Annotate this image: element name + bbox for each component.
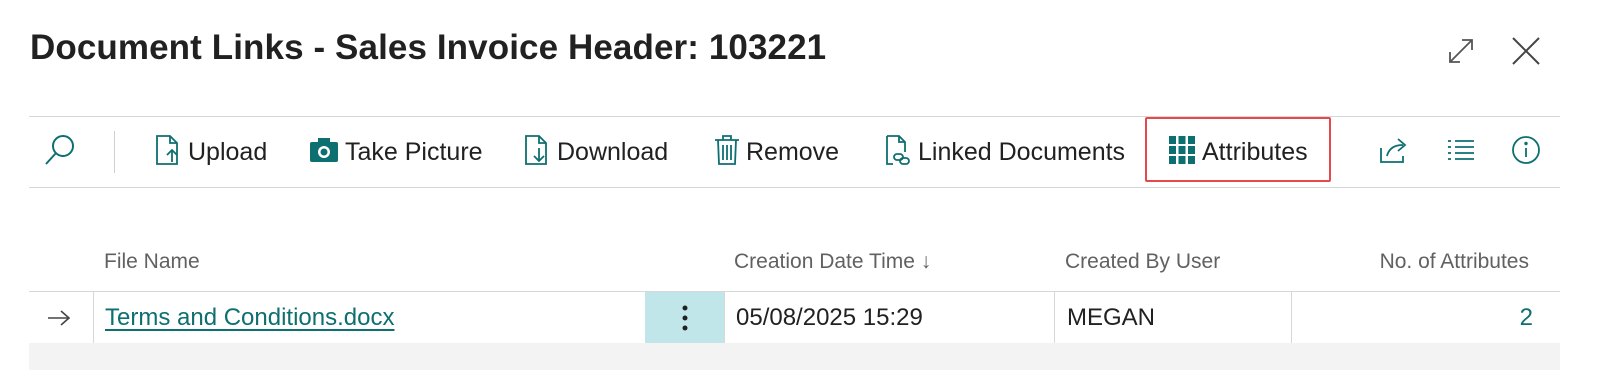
- linked-docs-icon: [884, 134, 912, 171]
- list-view-button[interactable]: [1447, 117, 1475, 187]
- no-of-attributes-value[interactable]: 2: [1520, 304, 1533, 332]
- share-button[interactable]: [1379, 117, 1409, 187]
- linked-documents-label: Linked Documents: [918, 137, 1126, 166]
- info-button[interactable]: [1511, 117, 1541, 187]
- no-of-attributes-link[interactable]: 2: [1520, 292, 1533, 343]
- attributes-label: Attributes: [1202, 137, 1308, 166]
- file-name-link[interactable]: Terms and Conditions.docx: [105, 292, 394, 343]
- linked-documents-button[interactable]: Linked Documents: [884, 117, 1125, 187]
- created-by-user-cell: MEGAN: [1067, 303, 1156, 331]
- camera-icon: [309, 137, 339, 168]
- creation-date-time-label: Creation Date Time: [734, 250, 915, 273]
- list-icon: [1447, 138, 1475, 167]
- info-icon: [1511, 135, 1541, 170]
- cell-divider: [93, 292, 94, 343]
- take-picture-label: Take Picture: [345, 137, 483, 166]
- row-actions-menu-button[interactable]: [645, 292, 724, 343]
- close-icon[interactable]: [1509, 34, 1543, 68]
- upload-icon: [154, 134, 182, 171]
- search-icon: [43, 133, 77, 172]
- download-icon: [523, 134, 551, 171]
- column-header-creation-date-time[interactable]: Creation Date Time ↓: [734, 250, 931, 274]
- creation-date-time-cell: 05/08/2025 15:29: [736, 303, 923, 331]
- trash-icon: [714, 134, 740, 171]
- file-name-text[interactable]: Terms and Conditions.docx: [105, 304, 394, 332]
- download-label: Download: [557, 137, 669, 166]
- upload-button[interactable]: Upload: [154, 117, 267, 187]
- page-title: Document Links - Sales Invoice Header: 1…: [30, 28, 827, 67]
- cell-divider: [1054, 292, 1055, 343]
- table-footer-area: [29, 343, 1560, 370]
- remove-label: Remove: [746, 137, 840, 166]
- row-selector-arrow-icon[interactable]: [46, 292, 76, 343]
- download-button[interactable]: Download: [523, 117, 668, 187]
- remove-button[interactable]: Remove: [714, 117, 839, 187]
- column-header-no-of-attributes[interactable]: No. of Attributes: [1380, 250, 1529, 274]
- toolbar-divider: [114, 131, 115, 173]
- attributes-button[interactable]: Attributes: [1168, 117, 1308, 187]
- search-button[interactable]: [43, 117, 77, 187]
- sort-descending-icon: ↓: [920, 250, 932, 273]
- take-picture-button[interactable]: Take Picture: [309, 117, 483, 187]
- grid-icon: [1168, 135, 1196, 170]
- action-toolbar: Upload Take Picture Download Remove Link…: [29, 116, 1560, 188]
- column-header-created-by-user[interactable]: Created By User: [1065, 250, 1220, 274]
- cell-divider: [724, 292, 725, 343]
- cell-divider: [1291, 292, 1292, 343]
- more-vertical-icon: [682, 305, 687, 330]
- column-header-file-name[interactable]: File Name: [104, 250, 200, 274]
- expand-icon[interactable]: [1444, 34, 1478, 68]
- share-icon: [1379, 136, 1409, 169]
- upload-label: Upload: [188, 137, 268, 166]
- table-row[interactable]: Terms and Conditions.docx 05/08/2025 15:…: [29, 291, 1560, 344]
